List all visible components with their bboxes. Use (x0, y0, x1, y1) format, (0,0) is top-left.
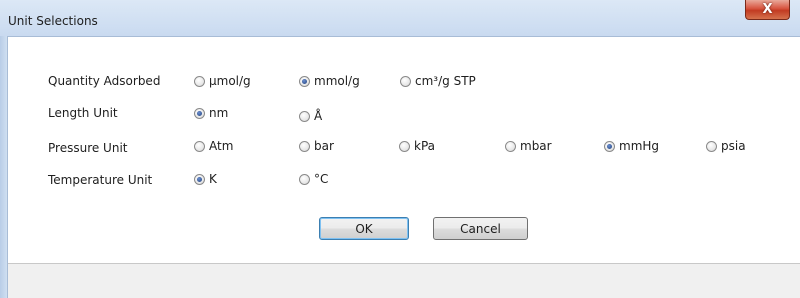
radio-pressure-bar[interactable]: bar (299, 139, 334, 153)
radio-temperature-celsius[interactable]: °C (299, 172, 328, 186)
radio-circle (400, 75, 411, 87)
radio-temperature-k[interactable]: K (194, 172, 217, 186)
window-title: Unit Selections (8, 14, 98, 28)
footer-divider (8, 263, 800, 264)
radio-circle-selected (194, 173, 205, 185)
radio-circle (299, 140, 310, 152)
radio-pressure-atm[interactable]: Atm (194, 139, 233, 153)
radio-label: nm (209, 106, 229, 120)
radio-circle (299, 110, 310, 122)
radio-pressure-psia[interactable]: psia (706, 139, 746, 153)
temperature-unit-label: Temperature Unit (48, 173, 153, 187)
quantity-adsorbed-label: Quantity Adsorbed (48, 74, 161, 88)
radio-label: Atm (209, 139, 234, 153)
window-left-border (0, 36, 7, 298)
title-bar: Unit Selections X (0, 0, 800, 36)
ok-button[interactable]: OK (319, 217, 409, 240)
radio-quantity-cm3-g-stp[interactable]: cm³/g STP (400, 74, 476, 88)
radio-label: cm³/g STP (415, 74, 476, 88)
radio-length-nm[interactable]: nm (194, 106, 228, 120)
radio-label: bar (314, 139, 334, 153)
unit-options-panel: Quantity Adsorbed μmol/g mmol/g cm³/g ST… (8, 37, 800, 263)
radio-circle (194, 75, 205, 87)
radio-circle (505, 140, 516, 152)
radio-circle (194, 140, 205, 152)
radio-circle-selected (299, 75, 310, 87)
radio-circle-selected (194, 107, 205, 119)
pressure-unit-label: Pressure Unit (48, 141, 128, 155)
radio-label: Å (314, 109, 323, 123)
radio-label: kPa (414, 139, 435, 153)
radio-length-angstrom[interactable]: Å (299, 109, 322, 123)
radio-circle (706, 140, 717, 152)
radio-quantity-mmol-g[interactable]: mmol/g (299, 74, 360, 88)
radio-label: °C (314, 172, 329, 186)
radio-label: K (209, 172, 217, 186)
radio-label: psia (721, 139, 746, 153)
close-icon: X (762, 2, 773, 17)
length-unit-label: Length Unit (48, 106, 118, 120)
radio-label: μmol/g (209, 74, 251, 88)
dialog-body: Quantity Adsorbed μmol/g mmol/g cm³/g ST… (7, 36, 800, 298)
radio-pressure-mbar[interactable]: mbar (505, 139, 552, 153)
radio-pressure-kpa[interactable]: kPa (399, 139, 435, 153)
radio-label: mmHg (619, 139, 660, 153)
radio-label: mmol/g (314, 74, 360, 88)
radio-quantity-umol-g[interactable]: μmol/g (194, 74, 251, 88)
radio-pressure-mmhg[interactable]: mmHg (604, 139, 659, 153)
radio-circle (299, 173, 310, 185)
radio-circle-selected (604, 140, 615, 152)
radio-label: mbar (520, 139, 552, 153)
radio-circle (399, 140, 410, 152)
cancel-button[interactable]: Cancel (433, 217, 528, 240)
close-button[interactable]: X (745, 0, 790, 20)
